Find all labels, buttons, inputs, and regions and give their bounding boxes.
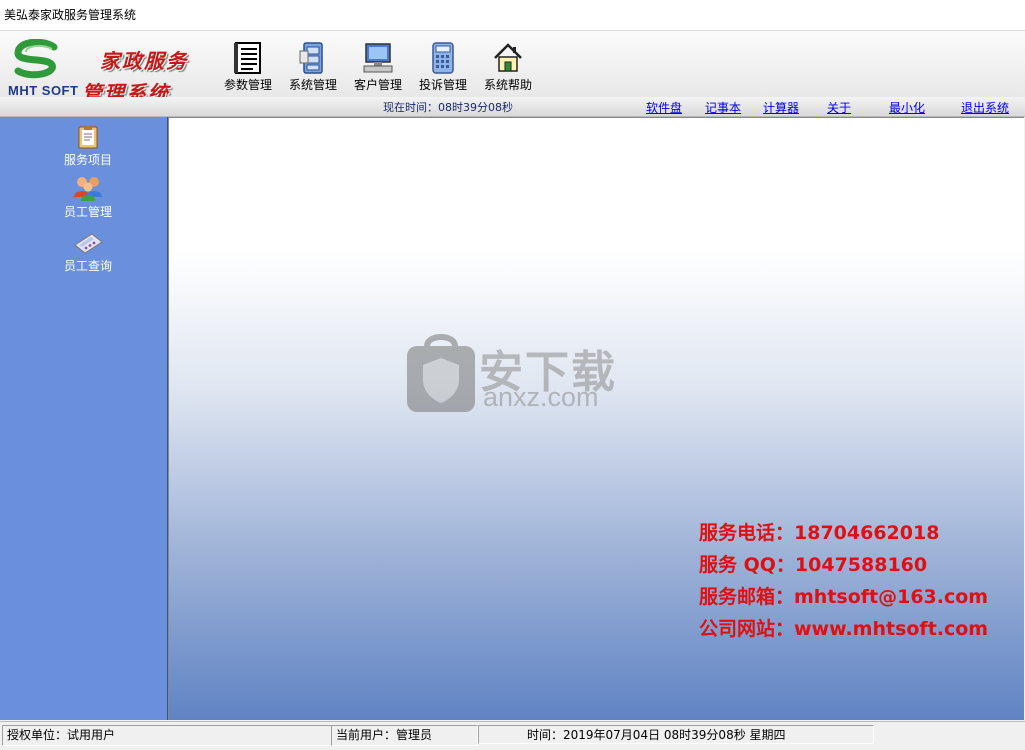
toolbar-label: 客户管理: [353, 78, 402, 92]
ledger-icon: [234, 42, 261, 74]
contact-qq: 服务 QQ：1047588160: [699, 554, 928, 576]
sidebar-item-staff-query[interactable]: 员工查询: [30, 231, 146, 274]
mht-logo-icon: [14, 39, 58, 79]
toolbar-label: 投诉管理: [418, 78, 467, 92]
toolbar-label: 系统管理: [288, 78, 337, 92]
exit-system-link[interactable]: 退出系统: [961, 99, 1009, 116]
window-title: 美弘泰家政服务管理系统: [4, 8, 137, 22]
computer-icon: [363, 43, 393, 73]
home-icon: [494, 43, 522, 72]
sidebar-item-label: 员工查询: [63, 259, 112, 273]
contact-website: 公司网站：www.mhtsoft.com: [699, 618, 989, 640]
clipboard-icon: [78, 125, 98, 149]
toolbar-help-button[interactable]: 系统帮助: [476, 39, 540, 95]
watermark-en: anxz.com: [483, 382, 599, 412]
sidebar-item-label: 员工管理: [63, 205, 112, 219]
notepad-link[interactable]: 记事本: [705, 99, 741, 116]
calculator-link[interactable]: 计算器: [763, 99, 799, 116]
sidebar-item-staff-management[interactable]: 员工管理: [30, 175, 146, 220]
about-link[interactable]: 关于: [827, 99, 851, 116]
logo-title-line1: 家政服务: [100, 49, 188, 73]
users-icon: [74, 177, 102, 201]
sidebar: 服务项目 员工管理 员工查询: [0, 117, 168, 720]
watermark: 安下载 anxz.com: [405, 332, 615, 417]
soft-keyboard-link[interactable]: 软件盘: [646, 99, 682, 116]
status-time: 时间：2019年07月04日 08时39分08秒 星期四: [478, 725, 874, 744]
current-time: 现在时间：08时39分08秒: [383, 101, 513, 114]
toolbar-complaint-button[interactable]: 投诉管理: [411, 39, 475, 95]
logo-brand: MHT SOFT: [8, 83, 79, 98]
sidebar-item-label: 服务项目: [63, 153, 112, 167]
contact-phone: 服务电话：18704662018: [699, 522, 940, 544]
calculator-search-icon: [74, 233, 103, 254]
toolbar-system-button[interactable]: 系统管理: [281, 39, 345, 95]
contact-email: 服务邮箱：mhtsoft@163.com: [699, 586, 989, 608]
link-bar: 现在时间：08时39分08秒 软件盘 记事本 计算器 关于 最小化 退出系统: [0, 97, 1025, 117]
status-user: 当前用户：管理员: [331, 725, 478, 746]
calculator-icon: [432, 42, 454, 74]
main-content: 安下载 anxz.com 服务电话：18704662018 服务 QQ：1047…: [168, 117, 1024, 720]
status-unit: 授权单位：试用用户: [2, 725, 332, 746]
header: MHT SOFT 家政服务 管理系统 参数管理 系统管理 客户管理 投诉管理 系…: [0, 31, 1025, 105]
minimize-link[interactable]: 最小化: [889, 99, 925, 116]
title-bar: 美弘泰家政服务管理系统: [0, 0, 1025, 31]
sidebar-item-service-items[interactable]: 服务项目: [30, 123, 146, 168]
status-bar: 授权单位：试用用户 当前用户：管理员 时间：2019年07月04日 08时39分…: [0, 721, 1025, 750]
app-logo: MHT SOFT 家政服务 管理系统: [4, 35, 214, 105]
shield-bag-icon: [407, 334, 475, 412]
toolbar-params-button[interactable]: 参数管理: [216, 39, 280, 95]
file-cabinet-icon: [299, 42, 323, 74]
toolbar-label: 系统帮助: [483, 78, 532, 92]
toolbar-label: 参数管理: [223, 78, 272, 92]
toolbar-customer-button[interactable]: 客户管理: [346, 39, 410, 95]
